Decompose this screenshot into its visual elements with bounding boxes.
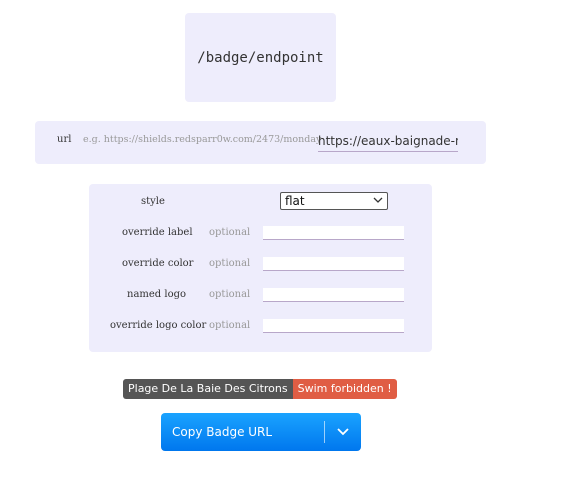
override-color-label: override color <box>122 258 194 269</box>
url-input[interactable] <box>318 131 458 152</box>
badge-message: Swim forbidden ! <box>292 379 397 399</box>
style-select[interactable]: flat <box>280 192 388 210</box>
url-panel: url e.g. https://shields.redsparr0w.com/… <box>35 121 486 164</box>
named-logo-input[interactable] <box>263 288 404 302</box>
url-hint: e.g. https://shields.redsparr0w.com/2473… <box>83 134 322 145</box>
override-logo-color-label: override logo color <box>110 320 207 331</box>
override-label-input[interactable] <box>263 226 404 240</box>
override-logo-color-hint: optional <box>209 320 251 331</box>
badge-label: Plage De La Baie Des Citrons <box>123 379 293 399</box>
style-label: style <box>141 196 165 207</box>
button-divider <box>324 421 325 443</box>
copy-badge-url-label: Copy Badge URL <box>172 425 273 439</box>
endpoint-box: /badge/endpoint <box>185 13 336 102</box>
options-panel: style flat override label optional overr… <box>89 184 432 352</box>
copy-badge-url-button[interactable]: Copy Badge URL <box>161 413 361 451</box>
chevron-down-icon[interactable] <box>336 426 350 438</box>
badge-preview: Plage De La Baie Des Citrons Swim forbid… <box>123 379 397 399</box>
endpoint-title: /badge/endpoint <box>197 49 324 66</box>
override-color-input[interactable] <box>263 257 404 271</box>
override-color-hint: optional <box>209 258 251 269</box>
chevron-down-icon <box>373 197 383 203</box>
override-logo-color-input[interactable] <box>263 319 404 333</box>
override-label-label: override label <box>122 227 193 238</box>
named-logo-hint: optional <box>209 289 251 300</box>
url-label: url <box>57 134 72 145</box>
style-select-value: flat <box>285 194 305 208</box>
override-label-hint: optional <box>209 227 251 238</box>
named-logo-label: named logo <box>127 289 187 300</box>
